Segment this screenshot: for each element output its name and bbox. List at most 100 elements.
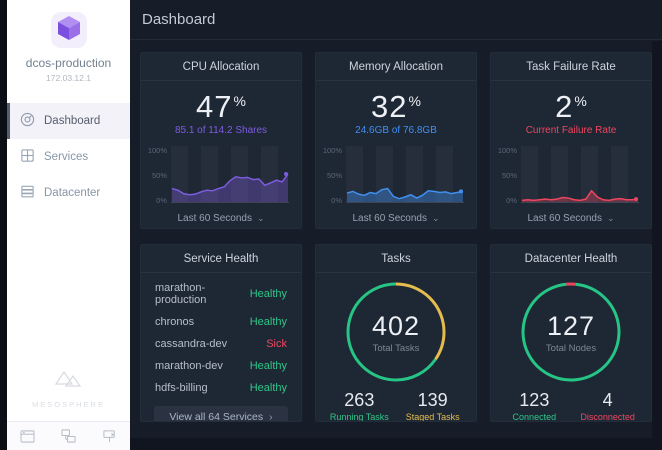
service-status: Healthy [249,316,287,328]
sidebar-item-label: Services [44,151,89,163]
total-nodes-value: 127 [546,310,596,341]
chevron-down-icon: ⌄ [431,213,440,223]
stat-label: Staged Tasks [405,412,460,422]
stat-label: Disconnected [580,412,635,422]
service-status: Healthy [249,360,287,372]
window-icon[interactable] [20,429,35,443]
total-tasks-label: Total Tasks [372,342,420,354]
panel-title: Memory Allocation [316,53,476,81]
cpu-percent: 47% [196,89,247,124]
service-row[interactable]: marathon-production Healthy [141,277,301,311]
panel-title: Task Failure Rate [491,53,651,81]
stat-value: 139 [417,390,448,410]
nodes-donut: 127 Total Nodes [518,279,624,385]
stat: 123 Connected [504,390,564,422]
failure-percent: 2% [555,89,588,124]
sidebar-menu: Dashboard Services Datacenter [7,103,130,211]
service-name: marathon-production [155,282,207,306]
view-all-services-button[interactable]: View all 64 Services › [154,406,288,422]
service-status: Healthy [249,382,287,394]
service-row[interactable]: cassandra-dev Sick [141,333,301,355]
service-name: hdfs-billing [155,382,208,394]
panel-title: Service Health [141,245,301,273]
memory-range-dropdown[interactable]: Last 60 Seconds ⌄ [316,213,476,224]
memory-chart: 100% 50% 0% [320,146,468,204]
stat: 4 Disconnected [578,390,638,422]
failure-area-chart [521,146,639,203]
vendor-watermark: MESOSPHERE [7,368,130,409]
total-tasks-value: 402 [371,310,421,341]
cpu-range-dropdown[interactable]: Last 60 Seconds ⌄ [141,213,301,224]
chevron-down-icon: ⌄ [256,213,265,223]
memory-usage-text: 24.6GB of 76.8GB [355,125,437,136]
panel-title: Datacenter Health [491,245,651,273]
sidebar: dcos-production 172.03.12.1 Dashboard Se… [7,0,130,450]
cpu-chart: 100% 50% 0% [145,146,293,204]
cpu-area-chart [171,146,289,203]
panel-grid: CPU Allocation 47% 85.1 of 114.2 Shares … [130,40,662,422]
service-row[interactable]: chronos Healthy [141,311,301,333]
page-title: Dashboard [142,11,216,28]
panel-task-failure-rate: Task Failure Rate 2% Current Failure Rat… [490,52,652,229]
panel-tasks: Tasks 402 Total Tasks 263 Running Tasks 13… [315,244,477,422]
sidebar-item-dashboard[interactable]: Dashboard [7,103,130,139]
page-header: Dashboard [130,0,662,40]
stat-value: 263 [344,390,375,410]
stat: 263 Running Tasks [329,390,389,422]
screen-edge [0,0,7,450]
service-name: marathon-dev [155,360,223,372]
failure-range-dropdown[interactable]: Last 60 Seconds ⌄ [491,213,651,224]
gauge-icon [20,112,35,130]
service-status: Healthy [249,288,287,300]
service-name: cassandra-dev [155,338,228,350]
tasks-donut: 402 Total Tasks [343,279,449,385]
y-axis-labels: 100% 50% 0% [147,146,167,205]
cluster-ip: 172.03.12.1 [46,73,91,83]
stat-value: 4 [602,390,613,410]
total-nodes-label: Total Nodes [545,342,597,354]
sidebar-item-datacenter[interactable]: Datacenter [7,175,130,211]
sidebar-footer [7,421,130,450]
service-row[interactable]: marathon-dev Healthy [141,355,301,377]
panel-title: Tasks [316,245,476,273]
panel-title: CPU Allocation [141,53,301,81]
stat-value: 123 [519,390,550,410]
service-row[interactable]: hdfs-billing Healthy [141,377,301,399]
memory-area-chart [346,146,464,203]
vendor-watermark-text: MESOSPHERE [32,400,105,409]
service-status: Sick [266,338,287,350]
servers-icon [20,184,35,202]
main-content: Dashboard CPU Allocation 47% 85.1 of 114… [130,0,662,450]
cluster-name: dcos-production [25,56,112,70]
stat: 139 Staged Tasks [403,390,463,422]
sidebar-item-label: Datacenter [44,187,101,199]
panel-service-health: Service Health marathon-production Health… [140,244,302,422]
sidebar-item-services[interactable]: Services [7,139,130,175]
stat-label: Connected [512,412,557,422]
sidebar-header: dcos-production 172.03.12.1 [7,0,130,83]
panel-memory-allocation: Memory Allocation 32% 24.6GB of 76.8GB 1… [315,52,477,229]
cube-icon [56,14,82,47]
service-name: chronos [155,316,195,328]
panel-cpu-allocation: CPU Allocation 47% 85.1 of 114.2 Shares … [140,52,302,229]
service-list: marathon-production Healthy chronos Healthy… [141,273,301,399]
cpu-shares-text: 85.1 of 114.2 Shares [174,125,268,136]
cluster-logo[interactable] [50,12,87,48]
memory-percent: 32% [371,89,422,124]
flag-icon[interactable] [102,429,117,443]
stat-label: Running Tasks [329,412,389,422]
sitemap-icon[interactable] [61,429,76,443]
nodes-stats: 123 Connected 4 Disconnected [491,390,651,422]
y-axis-labels: 100% 50% 0% [322,146,342,205]
bottom-gutter [130,438,662,450]
grid-icon [20,148,35,166]
failure-rate-text: Current Failure Rate [525,125,617,136]
failure-chart: 100% 50% 0% [495,146,643,204]
mesosphere-logo [52,370,86,394]
panel-datacenter-health: Datacenter Health 127 Total Nodes 123 Con… [490,244,652,422]
chevron-down-icon: ⌄ [606,213,615,223]
chevron-right-icon: › [269,411,273,422]
sidebar-item-label: Dashboard [44,115,101,127]
tasks-stats: 263 Running Tasks 139 Staged Tasks [316,390,476,422]
y-axis-labels: 100% 50% 0% [497,146,517,205]
